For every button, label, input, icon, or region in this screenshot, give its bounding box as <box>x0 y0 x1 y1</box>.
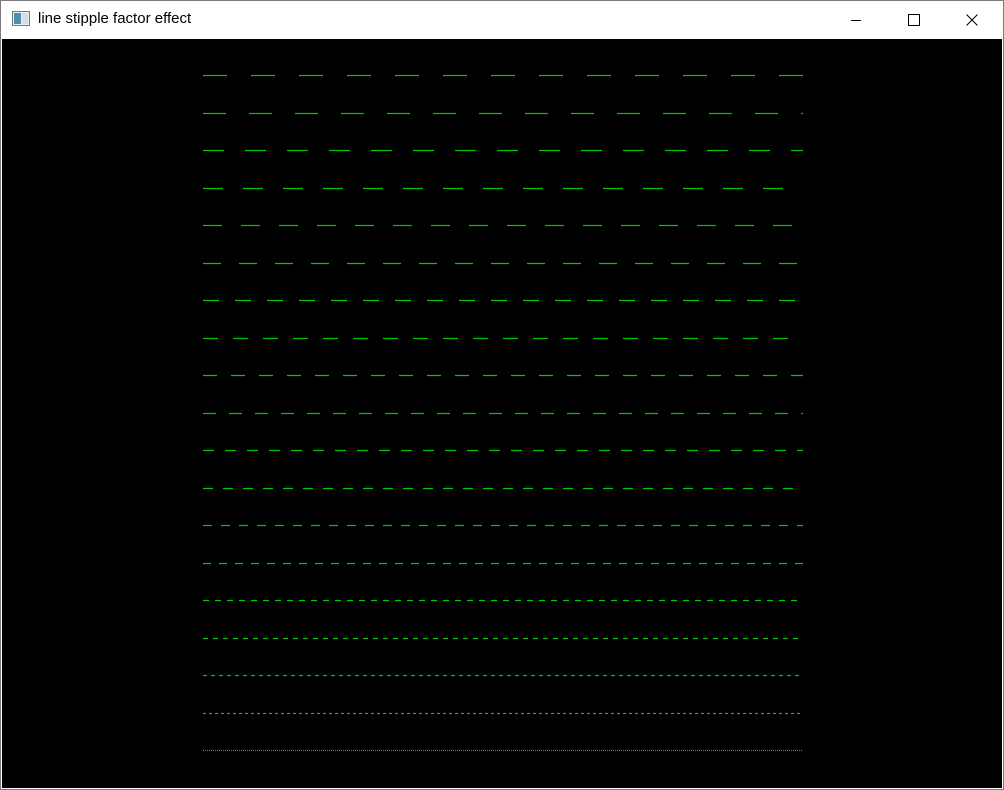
render-canvas <box>2 39 1002 788</box>
maximize-button[interactable] <box>885 1 943 38</box>
app-window: line stipple factor effect <box>0 0 1004 790</box>
title-bar[interactable]: line stipple factor effect <box>1 1 1003 38</box>
close-icon <box>966 13 978 26</box>
minimize-icon <box>850 14 862 26</box>
app-window-icon <box>12 11 30 26</box>
maximize-icon <box>908 13 920 26</box>
minimize-button[interactable] <box>827 1 885 38</box>
stipple-lines-drawing <box>203 74 803 752</box>
close-button[interactable] <box>943 1 1001 38</box>
window-title: line stipple factor effect <box>38 10 192 27</box>
